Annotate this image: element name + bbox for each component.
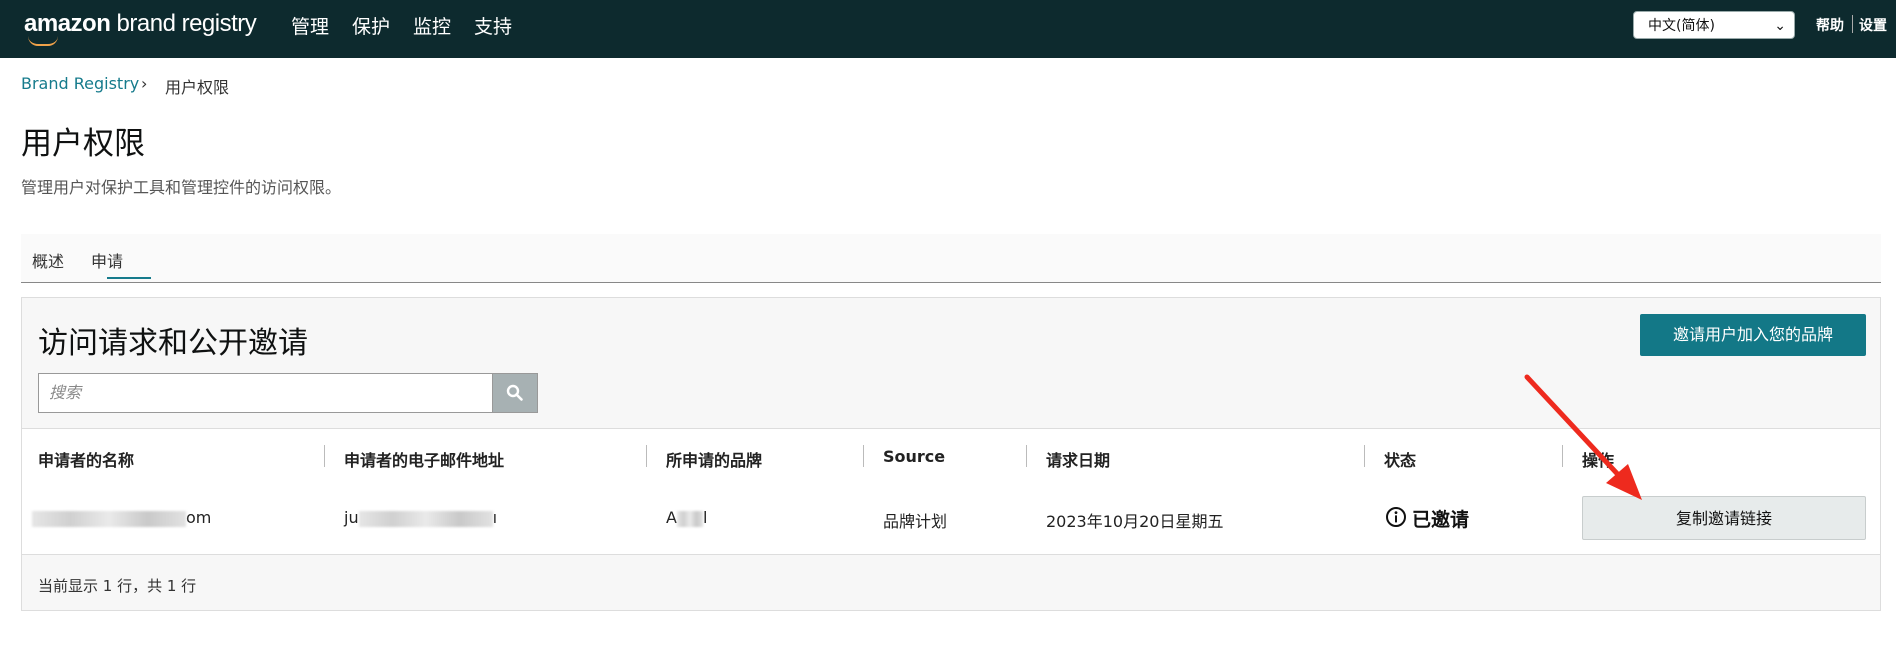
annotation-arrow (1524, 374, 1642, 500)
